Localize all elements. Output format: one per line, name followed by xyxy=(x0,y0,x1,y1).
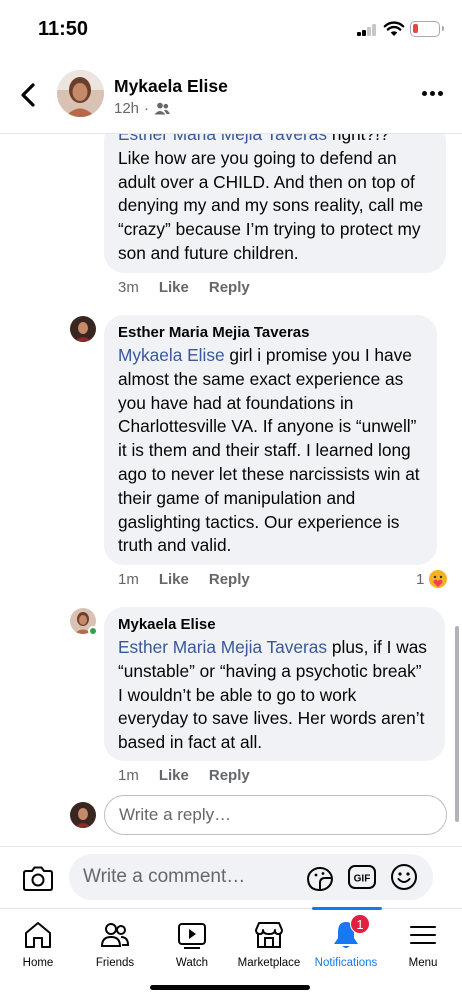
mention-link[interactable]: Mykaela Elise xyxy=(118,345,225,365)
care-reaction-icon xyxy=(429,570,448,588)
avatar[interactable] xyxy=(57,70,104,117)
scrollbar[interactable] xyxy=(455,626,459,822)
tab-marketplace[interactable]: Marketplace xyxy=(231,909,307,981)
chevron-left-icon[interactable] xyxy=(14,78,44,112)
mention-link[interactable]: Esther Maria Mejia Taveras xyxy=(118,637,327,657)
comment-text: Esther Maria Mejia Taveras right?!? Like … xyxy=(118,134,432,266)
comment-composer: Write a comment… GIF xyxy=(0,846,462,908)
marketplace-icon xyxy=(255,922,283,948)
battery-level xyxy=(413,24,418,33)
status-bar: 11:50 xyxy=(0,0,462,60)
tab-label: Menu xyxy=(408,957,438,969)
home-icon xyxy=(25,922,51,948)
comment-text: Mykaela Elise girl i promise you I have … xyxy=(118,345,420,556)
tab-notifications[interactable]: Notifications xyxy=(308,909,384,981)
notification-badge: 1 xyxy=(350,914,370,934)
tab-friends[interactable]: Friends xyxy=(77,909,153,981)
emoji-icon[interactable] xyxy=(390,863,418,891)
reaction-count: 1 xyxy=(416,570,425,588)
tab-home[interactable]: Home xyxy=(0,909,76,981)
sticker-icon[interactable] xyxy=(305,864,335,892)
avatar[interactable] xyxy=(70,316,96,342)
friends-icon xyxy=(154,102,170,115)
more-horizontal-icon[interactable] xyxy=(418,88,448,98)
comment-bubble[interactable]: Esther Maria Mejia Taveras right?!? Like … xyxy=(104,134,446,273)
tab-label: Marketplace xyxy=(237,957,301,969)
post-meta: 12h · xyxy=(114,100,170,117)
avatar xyxy=(70,802,96,828)
gif-label: GIF xyxy=(354,874,371,885)
wifi-icon xyxy=(383,21,405,36)
tab-menu[interactable]: Menu xyxy=(385,909,461,981)
comment-input[interactable]: Write a comment… GIF xyxy=(69,854,433,900)
comment-time: 1m xyxy=(118,767,139,784)
like-button[interactable]: Like xyxy=(159,279,189,296)
post-time: 12h xyxy=(114,100,140,117)
gif-icon[interactable]: GIF xyxy=(348,864,376,890)
comment-time: 1m xyxy=(118,571,139,588)
comment-actions: 1m Like Reply xyxy=(118,571,250,588)
comment-author[interactable]: Esther Maria Mejia Taveras xyxy=(118,323,423,342)
mention-link[interactable]: Esther Maria Mejia Taveras xyxy=(118,134,327,144)
home-indicator xyxy=(150,985,310,990)
menu-icon xyxy=(410,926,436,944)
tab-label: Home xyxy=(22,957,54,969)
status-time: 11:50 xyxy=(38,18,89,40)
reply-button[interactable]: Reply xyxy=(209,571,250,588)
tab-label: Friends xyxy=(95,957,135,969)
comment-actions: 3m Like Reply xyxy=(118,279,250,296)
like-button[interactable]: Like xyxy=(159,571,189,588)
reply-button[interactable]: Reply xyxy=(209,767,250,784)
like-button[interactable]: Like xyxy=(159,767,189,784)
watch-icon xyxy=(178,923,206,949)
tab-watch[interactable]: Watch xyxy=(154,909,230,981)
camera-icon[interactable] xyxy=(22,863,54,893)
battery-low-icon xyxy=(410,21,444,37)
meta-separator: · xyxy=(144,100,150,117)
author-name[interactable]: Mykaela Elise xyxy=(114,76,228,97)
friends-icon xyxy=(100,923,130,947)
cellular-signal-icon xyxy=(357,24,377,36)
comment-time: 3m xyxy=(118,279,139,296)
tab-label: Notifications xyxy=(314,957,378,969)
comments-feed: Esther Maria Mejia Taveras right?!? Like … xyxy=(0,134,462,846)
comment-input-placeholder: Write a comment… xyxy=(83,866,246,887)
reply-button[interactable]: Reply xyxy=(209,279,250,296)
post-header: Mykaela Elise 12h · xyxy=(0,60,462,134)
comment-author[interactable]: Mykaela Elise xyxy=(118,615,431,634)
online-status-dot xyxy=(88,626,98,636)
comment-actions: 1m Like Reply xyxy=(118,767,250,784)
tab-label: Watch xyxy=(175,957,209,969)
reaction-summary[interactable]: 1 xyxy=(416,569,448,589)
reply-input[interactable]: Write a reply… xyxy=(104,795,447,835)
comment-text: Esther Maria Mejia Taveras plus, if I wa… xyxy=(118,637,427,753)
comment-bubble[interactable]: Esther Maria Mejia Taveras Mykaela Elise… xyxy=(104,315,437,565)
comment-bubble[interactable]: Mykaela Elise Esther Maria Mejia Taveras… xyxy=(104,607,445,761)
